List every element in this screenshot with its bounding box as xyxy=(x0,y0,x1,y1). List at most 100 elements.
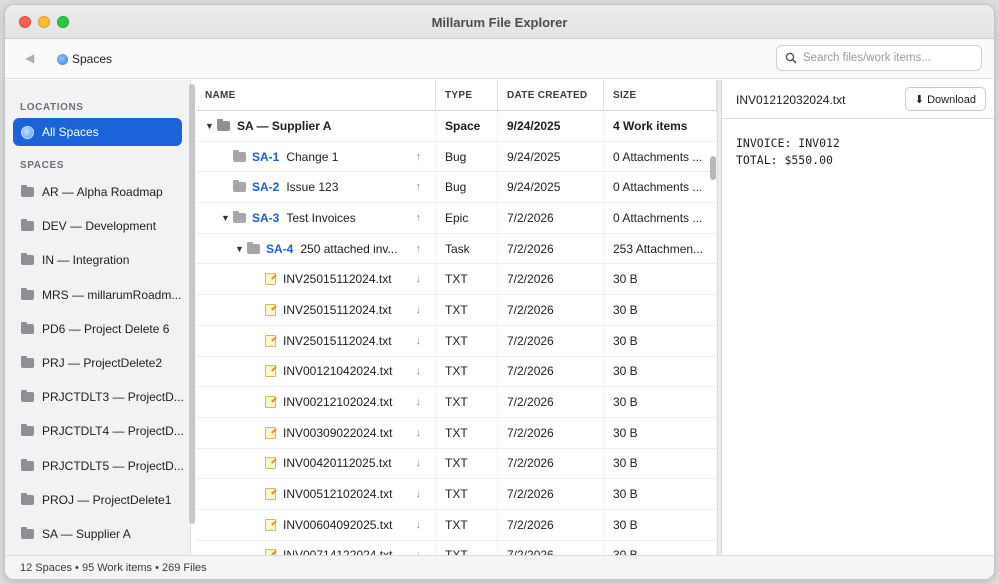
sidebar-item-label: DEV — Development xyxy=(42,219,157,234)
date-cell: 7/2/2026 xyxy=(498,448,604,479)
sidebar-item-space[interactable]: PROJ — ProjectDelete1 xyxy=(5,483,190,517)
table-row-file[interactable]: INV00212102024.txt ↓ TXT 7/2/2026 30 B xyxy=(196,387,717,418)
download-arrow-icon[interactable]: ↓ xyxy=(416,427,422,439)
breadcrumb-label: Spaces xyxy=(72,52,113,66)
table-row-work-item[interactable]: ▼ SA-3 Test Invoices ↑ Epic 7/2/2026 0 Attachm… xyxy=(196,203,717,234)
download-arrow-icon[interactable]: ↓ xyxy=(416,304,422,316)
sidebar-item-label: IN — Integration xyxy=(42,253,130,268)
work-item-key[interactable]: SA-1 xyxy=(252,150,279,164)
download-arrow-icon[interactable]: ↓ xyxy=(416,335,422,347)
work-item-key[interactable]: SA-3 xyxy=(252,211,279,225)
download-arrow-icon[interactable]: ↓ xyxy=(416,273,422,285)
title-bar: Millarum File Explorer xyxy=(5,5,994,39)
download-button[interactable]: ⬇ Download xyxy=(904,87,986,111)
size-cell: 30 B xyxy=(604,356,717,387)
table-row-file[interactable]: INV00714122024.txt↓TXT7/2/202630 B xyxy=(196,540,717,555)
name-cell: ▼ SA-4 250 attached inv... ↑ xyxy=(196,233,436,264)
sidebar-item-space[interactable]: DEV — Development xyxy=(5,209,190,243)
folder-icon xyxy=(233,149,246,162)
name-cell: INV00212102024.txt ↓ xyxy=(196,387,436,417)
sidebar-item-label: PRJCTDLT4 — ProjectD... xyxy=(42,424,184,439)
column-header-type[interactable]: TYPE xyxy=(436,80,498,110)
date-cell: 7/2/2026 xyxy=(498,509,604,540)
upload-arrow-icon[interactable]: ↑ xyxy=(416,181,422,193)
sidebar-item-space[interactable]: MRS — millarumRoadm... xyxy=(5,278,190,312)
sidebar-item-space[interactable]: PRJCTDLT5 — ProjectD... xyxy=(5,449,190,483)
preview-pane: INV01212032024.txt ⬇ Download INVOICE: I… xyxy=(722,80,994,555)
work-item-key[interactable]: SA-2 xyxy=(252,180,279,194)
download-arrow-icon[interactable]: ↓ xyxy=(416,457,422,469)
text-file-icon xyxy=(265,457,276,470)
table-row-file[interactable]: INV00604092025.txt ↓ TXT 7/2/2026 30 B xyxy=(196,509,717,541)
sidebar-item-label: MRS — millarumRoadm... xyxy=(42,287,182,302)
column-header-size[interactable]: SIZE xyxy=(604,80,717,110)
file-name: INV00121042024.txt xyxy=(283,364,393,379)
name-cell: INV00512102024.txt ↓ xyxy=(196,479,436,509)
date-cell: 7/2/2026 xyxy=(498,264,604,295)
name-cell: INV00121042024.txt ↓ xyxy=(196,356,436,387)
search-input[interactable] xyxy=(803,52,973,64)
folder-icon xyxy=(21,321,34,334)
column-header-date[interactable]: DATE CREATED xyxy=(498,80,604,110)
table-row-file[interactable]: INV00309022024.txt ↓ TXT 7/2/2026 30 B xyxy=(196,417,717,449)
table-row-file[interactable]: INV25015112024.txt ↓ TXT 7/2/2026 30 B xyxy=(196,295,717,326)
sidebar-item-label: PRJ — ProjectDelete2 xyxy=(42,356,163,371)
date-cell: 9/24/2025 xyxy=(498,111,604,141)
folder-icon xyxy=(21,253,34,266)
name-cell: INV25015112024.txt ↓ xyxy=(196,325,436,356)
type-cell: TXT xyxy=(436,540,498,555)
download-arrow-icon[interactable]: ↓ xyxy=(416,488,422,500)
sidebar-item-label: All Spaces xyxy=(42,125,99,139)
work-item-title: Issue 123 xyxy=(286,180,339,195)
breadcrumb[interactable]: Spaces xyxy=(57,52,112,66)
table-row-file[interactable]: INV00121042024.txt ↓ TXT 7/2/2026 30 B xyxy=(196,356,717,388)
sidebar-item-space[interactable]: SA — Supplier A xyxy=(5,517,190,551)
download-arrow-icon[interactable]: ↓ xyxy=(416,396,422,408)
table-header: NAME TYPE DATE CREATED SIZE xyxy=(196,80,717,111)
disclosure-triangle-icon[interactable]: ▼ xyxy=(221,213,233,223)
column-header-name[interactable]: NAME xyxy=(196,80,436,110)
sidebar-scrollbar[interactable] xyxy=(189,84,195,524)
download-arrow-icon[interactable]: ↓ xyxy=(416,365,422,377)
disclosure-triangle-icon[interactable]: ▼ xyxy=(235,244,247,254)
folder-icon xyxy=(21,185,34,198)
table-row-file[interactable]: INV25015112024.txt ↓ TXT 7/2/2026 30 B xyxy=(196,264,717,296)
sidebar-item-space[interactable]: PRJ — ProjectDelete2 xyxy=(5,346,190,380)
download-arrow-icon[interactable]: ↓ xyxy=(416,519,422,531)
table-row-file[interactable]: INV00420112025.txt ↓ TXT 7/2/2026 30 B xyxy=(196,448,717,480)
spaces-heading: SPACES xyxy=(20,160,64,171)
name-cell: INV00714122024.txt↓ xyxy=(196,540,436,555)
sidebar-item-space[interactable]: PRJCTDLT3 — ProjectD... xyxy=(5,380,190,414)
sidebar-item-space[interactable]: PD6 — Project Delete 6 xyxy=(5,312,190,346)
date-cell: 9/24/2025 xyxy=(498,172,604,203)
work-item-title: Change 1 xyxy=(286,149,339,164)
upload-arrow-icon[interactable]: ↑ xyxy=(416,212,422,224)
search-box[interactable] xyxy=(776,45,982,71)
disclosure-triangle-icon[interactable]: ▼ xyxy=(205,121,217,131)
date-cell: 7/2/2026 xyxy=(498,417,604,448)
sidebar-item-space[interactable]: AR — Alpha Roadmap xyxy=(5,175,190,209)
sidebar-item-space[interactable]: PRJCTDLT4 — ProjectD... xyxy=(5,414,190,448)
table-row-file[interactable]: INV25015112024.txt ↓ TXT 7/2/2026 30 B xyxy=(196,325,717,357)
status-bar: 12 Spaces • 95 Work items • 269 Files xyxy=(5,555,994,579)
space-name: SA — Supplier A xyxy=(237,118,332,133)
text-file-icon xyxy=(265,303,276,316)
table-row-space[interactable]: ▼ SA — Supplier A Space 9/24/2025 4 Work… xyxy=(196,111,717,142)
folder-icon xyxy=(21,287,34,300)
table-row-work-item[interactable]: ▼ SA-4 250 attached inv... ↑ Task 7/2/2026 253… xyxy=(196,233,717,265)
type-cell: TXT xyxy=(436,509,498,540)
table-row-file[interactable]: INV00512102024.txt ↓ TXT 7/2/2026 30 B xyxy=(196,479,717,510)
space-list: AR — Alpha Roadmap DEV — Development IN — … xyxy=(5,175,190,551)
sidebar-item-space[interactable]: IN — Integration xyxy=(5,243,190,277)
table-scrollbar[interactable] xyxy=(710,156,716,180)
table-row-work-item[interactable]: SA-1 Change 1 ↑ Bug 9/24/2025 0 Attachments .… xyxy=(196,141,717,173)
size-cell: 30 B xyxy=(604,417,717,448)
upload-arrow-icon[interactable]: ↑ xyxy=(416,151,422,163)
sidebar-item-all-spaces[interactable]: All Spaces xyxy=(13,118,182,146)
back-arrow-icon[interactable]: ◀ xyxy=(25,51,34,65)
type-cell: Space xyxy=(436,111,498,141)
sidebar-item-label: PRJCTDLT3 — ProjectD... xyxy=(42,390,184,405)
table-row-work-item[interactable]: SA-2 Issue 123 ↑ Bug 9/24/2025 0 Attachments … xyxy=(196,172,717,204)
work-item-key[interactable]: SA-4 xyxy=(266,242,293,256)
upload-arrow-icon[interactable]: ↑ xyxy=(416,243,422,255)
